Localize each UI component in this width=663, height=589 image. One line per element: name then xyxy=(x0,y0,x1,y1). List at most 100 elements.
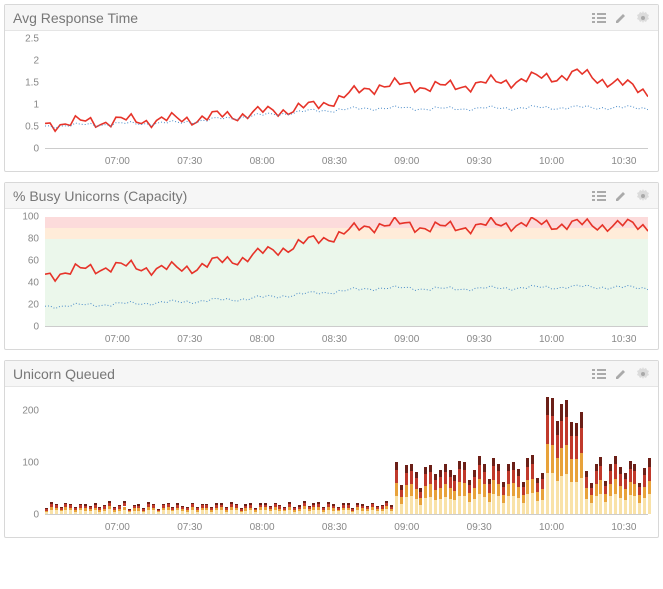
y-tick: 100 xyxy=(5,457,39,468)
bar xyxy=(434,474,437,514)
bar xyxy=(609,464,612,514)
x-tick: 07:00 xyxy=(105,522,130,533)
y-tick: 200 xyxy=(5,405,39,416)
bar xyxy=(463,462,466,514)
bar xyxy=(176,503,179,514)
bar xyxy=(536,478,539,514)
x-tick: 10:00 xyxy=(539,156,564,167)
bar xyxy=(113,507,116,514)
bar xyxy=(64,503,67,515)
x-tick: 08:30 xyxy=(322,522,347,533)
gear-icon[interactable] xyxy=(636,11,650,25)
panel-actions xyxy=(592,11,650,25)
bar xyxy=(546,397,549,514)
bar xyxy=(191,503,194,514)
y-tick: 1.5 xyxy=(5,78,39,89)
edit-icon[interactable] xyxy=(614,367,628,381)
bar xyxy=(614,456,617,514)
bar xyxy=(327,502,330,514)
legend-icon[interactable] xyxy=(592,11,606,25)
bar xyxy=(264,503,267,514)
bar xyxy=(565,400,568,514)
x-tick: 08:30 xyxy=(322,334,347,345)
x-tick: 10:30 xyxy=(611,334,636,345)
bar xyxy=(376,506,379,514)
series-secondary xyxy=(45,106,648,129)
y-tick: 20 xyxy=(5,300,39,311)
x-tick: 09:00 xyxy=(394,156,419,167)
bar xyxy=(590,483,593,514)
bar xyxy=(473,470,476,514)
x-tick: 07:00 xyxy=(105,334,130,345)
bar xyxy=(94,503,97,514)
x-tick: 09:30 xyxy=(467,522,492,533)
panel-header: Avg Response Time xyxy=(5,5,658,31)
bar xyxy=(429,465,432,514)
bar xyxy=(405,465,408,514)
panel-title: Unicorn Queued xyxy=(13,366,115,382)
bar xyxy=(123,501,126,514)
bar xyxy=(196,507,199,514)
bar xyxy=(512,462,515,514)
bar xyxy=(366,506,369,514)
y-tick: 80 xyxy=(5,234,39,245)
bar xyxy=(507,464,510,514)
panel-actions xyxy=(592,367,650,381)
bar xyxy=(79,504,82,514)
bar xyxy=(201,504,204,514)
bar xyxy=(439,470,442,514)
bar xyxy=(244,504,247,514)
panel-title: Avg Response Time xyxy=(13,10,138,26)
bar xyxy=(356,503,359,514)
bar xyxy=(492,458,495,514)
bar xyxy=(478,456,481,514)
bar xyxy=(585,471,588,514)
legend-icon[interactable] xyxy=(592,189,606,203)
bar xyxy=(575,423,578,514)
bar xyxy=(274,503,277,514)
bar xyxy=(483,464,486,514)
bar xyxy=(604,481,607,514)
panel-busy-unicorns: % Busy Unicorns (Capacity) 0204060801000… xyxy=(4,182,659,350)
x-tick: 09:30 xyxy=(467,334,492,345)
bar xyxy=(556,421,559,514)
bar xyxy=(288,502,291,514)
series-primary xyxy=(45,217,648,281)
bar xyxy=(629,461,632,514)
x-tick: 08:00 xyxy=(250,522,275,533)
bar xyxy=(98,507,101,514)
bar xyxy=(551,398,554,514)
bar xyxy=(390,505,393,514)
bar xyxy=(45,508,48,514)
bar xyxy=(648,458,651,514)
bar xyxy=(415,472,418,514)
bar xyxy=(147,502,150,514)
x-tick: 07:00 xyxy=(105,156,130,167)
gear-icon[interactable] xyxy=(636,367,650,381)
bar xyxy=(60,507,63,514)
bar xyxy=(400,485,403,514)
bar xyxy=(322,507,325,514)
edit-icon[interactable] xyxy=(614,11,628,25)
bar xyxy=(381,505,384,514)
bar xyxy=(249,503,252,514)
edit-icon[interactable] xyxy=(614,189,628,203)
bar xyxy=(293,507,296,514)
panel-title: % Busy Unicorns (Capacity) xyxy=(13,188,187,204)
bar xyxy=(210,507,213,514)
x-tick: 10:30 xyxy=(611,156,636,167)
bar xyxy=(385,501,388,514)
bar xyxy=(269,506,272,514)
gear-icon[interactable] xyxy=(636,189,650,203)
bar xyxy=(215,503,218,514)
bar xyxy=(419,488,422,514)
x-tick: 10:30 xyxy=(611,522,636,533)
bar xyxy=(186,507,189,514)
bar xyxy=(205,504,208,514)
y-tick: 40 xyxy=(5,278,39,289)
legend-icon[interactable] xyxy=(592,367,606,381)
y-tick: 0.5 xyxy=(5,122,39,133)
panel-header: % Busy Unicorns (Capacity) xyxy=(5,183,658,209)
bar xyxy=(283,507,286,514)
bar xyxy=(619,467,622,514)
